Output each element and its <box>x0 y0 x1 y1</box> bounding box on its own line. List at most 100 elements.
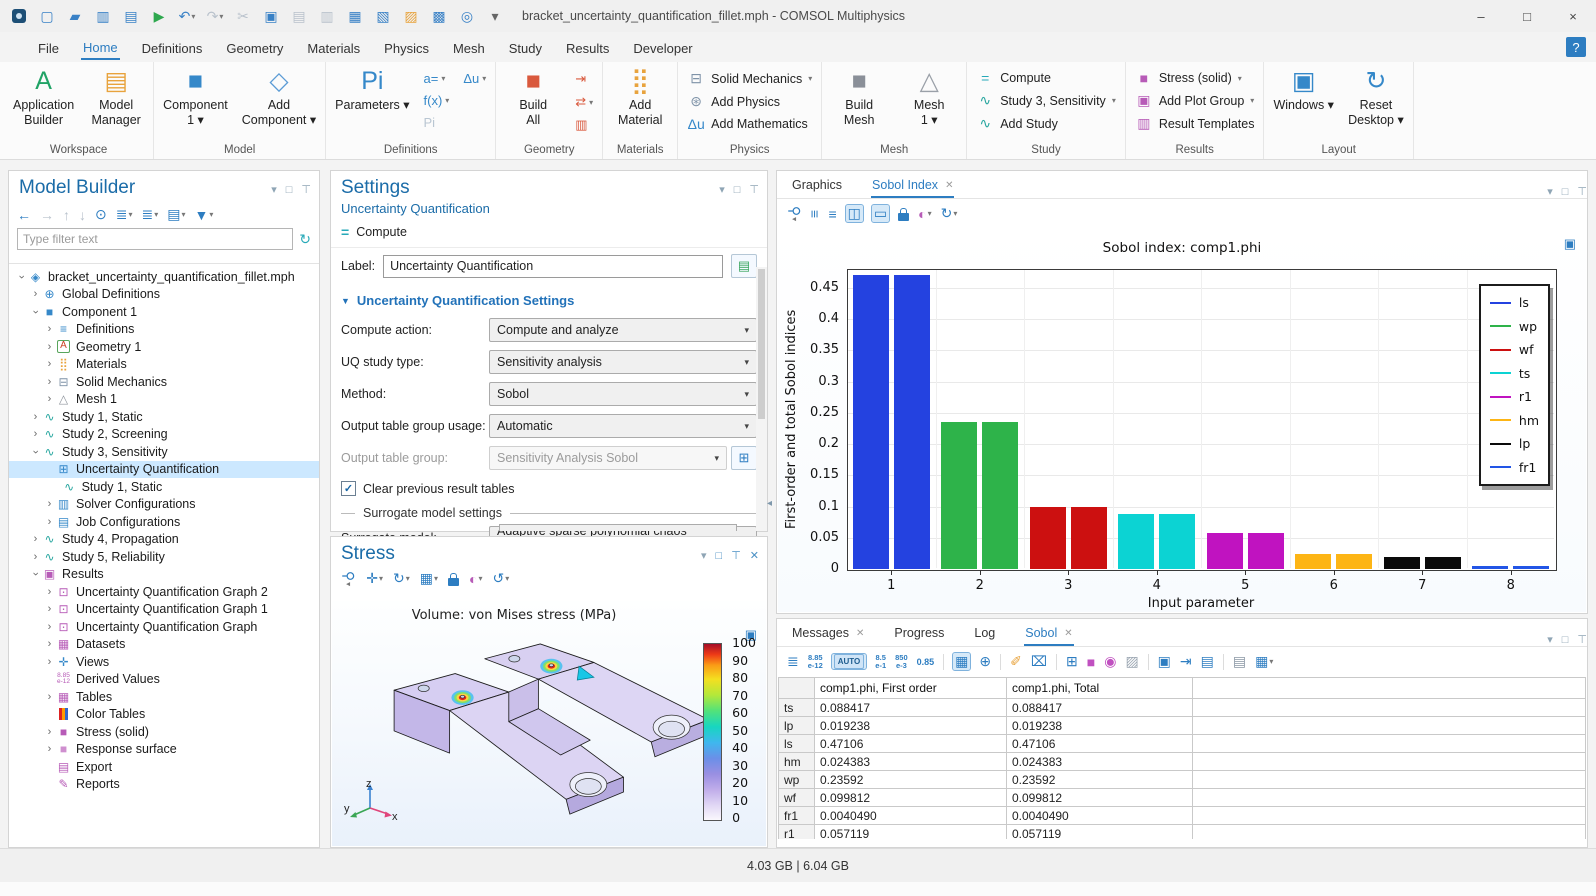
scatter-plot-icon[interactable]: ▨ <box>1125 653 1138 670</box>
splitter-collapse-icon[interactable]: ◂ <box>767 498 772 509</box>
column-header[interactable] <box>1193 678 1586 699</box>
field-select[interactable]: Sobol▾ <box>489 382 757 406</box>
table-row[interactable]: r10.0571190.057119 <box>779 825 1586 840</box>
bar-total[interactable] <box>1425 557 1461 569</box>
result-templates-button[interactable]: ▥Result Templates <box>1135 115 1255 132</box>
tree-item[interactable]: ›⊡Uncertainty Quantification Graph <box>9 618 319 636</box>
refresh-filter-icon[interactable]: ↻ <box>299 231 311 248</box>
surface-plot-icon[interactable]: ■ <box>1087 654 1095 670</box>
panel-menu-icon[interactable]: ▾ <box>1547 185 1553 198</box>
panel-pin-icon[interactable]: ⊤ <box>1577 633 1587 646</box>
zoom-icon[interactable]: ⚲▾ <box>340 571 357 586</box>
tree-chevron-icon[interactable]: › <box>29 288 42 300</box>
toolbar-options-icon[interactable]: ▾ <box>482 3 508 29</box>
add-mathematics-button[interactable]: ΔuAdd Mathematics <box>687 116 812 132</box>
parameters-button[interactable]: PiParameters ▾ <box>335 65 409 113</box>
functions-button[interactable]: f(x)▾ <box>424 93 450 108</box>
tree-item[interactable]: Color Tables <box>9 706 319 724</box>
precision-sci-icon[interactable]: 8.5e-1 <box>875 654 886 670</box>
corner-header[interactable] <box>779 678 815 699</box>
response-surface-icon[interactable]: ◉ <box>1104 653 1116 670</box>
panel-pin-icon[interactable]: ⊤ <box>749 183 759 196</box>
row-header[interactable]: ts <box>779 699 815 717</box>
rows-icon[interactable]: ▤ <box>1233 653 1246 670</box>
tree-item[interactable]: ›▦Tables <box>9 688 319 706</box>
parameter-case-button[interactable]: Pi <box>424 115 450 130</box>
table-cell[interactable]: 0.23592 <box>1007 771 1193 789</box>
tree-chevron-icon[interactable]: › <box>29 428 42 440</box>
variables-button[interactable]: a=▾ <box>424 71 450 86</box>
tab-close-icon[interactable]: ✕ <box>945 180 953 191</box>
tree-chevron-icon[interactable]: › <box>43 621 56 633</box>
table-row[interactable]: hm0.0243830.024383 <box>779 753 1586 771</box>
graphics-tab-sobol-index[interactable]: Sobol Index✕ <box>871 173 954 198</box>
tree-chevron-icon[interactable]: › <box>43 358 56 370</box>
bar-first-order[interactable] <box>1384 557 1420 569</box>
run-icon[interactable]: ▶ <box>146 3 172 29</box>
settings-scrollbar[interactable] <box>756 267 767 531</box>
table-row[interactable]: wf0.0998120.099812 <box>779 789 1586 807</box>
tree-item[interactable]: ›▣Results <box>9 566 319 584</box>
table-row[interactable]: fr10.00404900.0040490 <box>779 807 1586 825</box>
field-select[interactable]: Sensitivity analysis▾ <box>489 350 757 374</box>
panel-float-icon[interactable]: □ <box>1562 186 1569 198</box>
grid-icon[interactable]: ▦▾ <box>420 570 438 587</box>
panel-menu-icon[interactable]: ▾ <box>271 183 277 196</box>
tree-chevron-icon[interactable]: › <box>43 656 56 668</box>
bar-first-order[interactable] <box>1030 507 1066 569</box>
save-icon[interactable]: ▥ <box>90 3 116 29</box>
bar-first-order[interactable] <box>1118 514 1154 569</box>
results-tab-sobol[interactable]: Sobol✕ <box>1024 621 1073 646</box>
bar-total[interactable] <box>1336 554 1372 569</box>
orientation-icon[interactable]: ✛▾ <box>366 570 383 587</box>
livelink-button[interactable]: ⇄▾ <box>575 94 593 110</box>
tree-chevron-icon[interactable]: › <box>16 270 28 283</box>
tree-chevron-icon[interactable]: › <box>43 586 56 598</box>
export-table-icon[interactable]: ⇥ <box>1180 653 1192 670</box>
mesh-1-button[interactable]: △Mesh 1 ▾ <box>901 65 957 128</box>
table-cell[interactable]: 0.099812 <box>1007 789 1193 807</box>
table-row[interactable]: lp0.0192380.019238 <box>779 717 1586 735</box>
bar-first-order[interactable] <box>1472 566 1508 569</box>
bar-first-order[interactable] <box>941 422 977 569</box>
tree-item[interactable]: ›■Stress (solid) <box>9 723 319 741</box>
table-cell[interactable] <box>1193 717 1586 735</box>
table-options-icon[interactable]: ▦▾ <box>1255 653 1273 670</box>
panel-float-icon[interactable]: □ <box>286 184 293 196</box>
tree-chevron-icon[interactable]: › <box>43 516 56 528</box>
sobol-table[interactable]: comp1.phi, First ordercomp1.phi, Totalts… <box>778 677 1586 839</box>
clear-tables-checkbox[interactable]: ✓ <box>341 481 356 496</box>
table-cell[interactable] <box>1193 771 1586 789</box>
model-manager-button[interactable]: ▤Model Manager <box>88 65 144 128</box>
results-tab-progress[interactable]: Progress <box>893 621 945 646</box>
tree-chevron-icon[interactable]: › <box>43 323 56 335</box>
close-button[interactable]: × <box>1550 0 1596 32</box>
bar-total[interactable] <box>1071 507 1107 569</box>
copy-selection-icon[interactable]: ▤ <box>1201 653 1214 670</box>
tree-item[interactable]: ›△Mesh 1 <box>9 391 319 409</box>
tree-chevron-icon[interactable]: › <box>29 551 42 563</box>
table-row[interactable]: wp0.235920.23592 <box>779 771 1586 789</box>
filter-icon[interactable]: ▼▾ <box>194 207 213 223</box>
table-cell[interactable]: 0.0040490 <box>1007 807 1193 825</box>
tree-chevron-icon[interactable]: › <box>43 376 56 388</box>
bar-total[interactable] <box>1159 514 1195 569</box>
column-header[interactable]: comp1.phi, Total <box>1007 678 1193 699</box>
precision-dec-icon[interactable]: 0.85 <box>917 657 935 667</box>
table-cell[interactable]: 0.099812 <box>815 789 1007 807</box>
tree-chevron-icon[interactable]: › <box>43 743 56 755</box>
table-cell[interactable]: 0.088417 <box>815 699 1007 717</box>
auto-precision-icon[interactable]: AUTO <box>832 654 867 669</box>
cut-icon[interactable]: ✂ <box>230 3 256 29</box>
expand-all-icon[interactable]: ≣▾ <box>141 206 158 223</box>
panel-pin-icon[interactable]: ⊤ <box>1577 185 1587 198</box>
tree-chevron-icon[interactable]: › <box>43 638 56 650</box>
field-select[interactable]: Automatic▾ <box>489 414 757 438</box>
table-cell[interactable] <box>1193 789 1586 807</box>
y-grid-icon[interactable]: ≡ <box>828 206 836 222</box>
tree-item[interactable]: ›⣿Materials <box>9 356 319 374</box>
row-header[interactable]: ls <box>779 735 815 753</box>
paste-icon[interactable]: ▤ <box>286 3 312 29</box>
zoom-icon[interactable]: ⚲▾ <box>786 206 803 221</box>
open-file-icon[interactable]: ▰ <box>62 3 88 29</box>
